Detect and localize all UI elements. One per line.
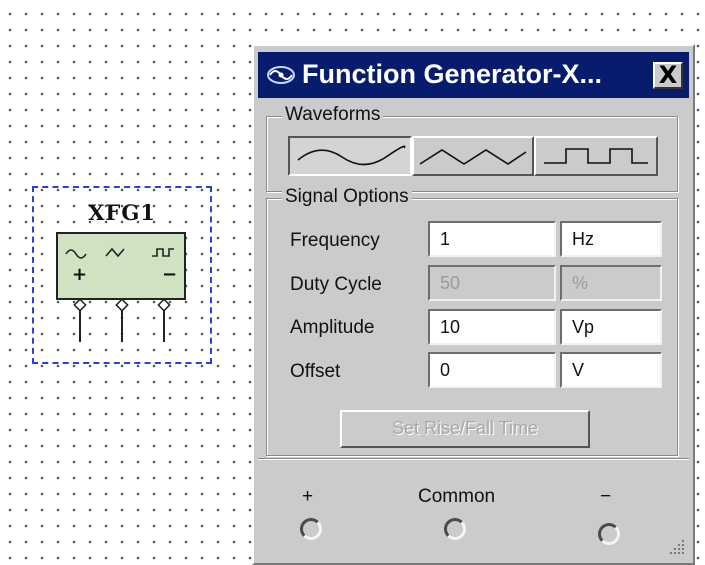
waveforms-label: Waveforms: [282, 104, 384, 126]
amplitude-input[interactable]: 10: [428, 309, 556, 345]
triangle-wave-button[interactable]: [412, 136, 534, 176]
sine-wave-icon: [297, 145, 406, 166]
amplitude-label: Amplitude: [290, 317, 375, 338]
square-wave-button[interactable]: [534, 136, 658, 176]
window-title: Function Generator-X...: [302, 59, 603, 89]
offset-label: Offset: [290, 361, 341, 382]
set-rise-fall-time-button: Set Rise/Fall Time: [340, 410, 590, 448]
positive-pin[interactable]: [73, 298, 87, 342]
negative-terminal-label: −: [600, 486, 612, 507]
frequency-input[interactable]: 1: [428, 221, 556, 257]
amplitude-unit-select[interactable]: Vp: [560, 309, 662, 345]
close-button[interactable]: X: [653, 62, 683, 89]
frequency-label: Frequency: [290, 230, 380, 251]
sine-wave-button[interactable]: [288, 136, 412, 176]
resize-grip-icon[interactable]: [664, 534, 688, 558]
common-terminal[interactable]: [444, 518, 466, 540]
title-bar[interactable]: Function Generator-X... X: [258, 52, 689, 98]
duty-cycle-input: 50: [428, 265, 556, 301]
terminal-divider: [258, 458, 689, 460]
function-generator-window[interactable]: Function Generator-X... X Waveforms Sign…: [252, 44, 695, 565]
duty-cycle-unit-select: %: [560, 265, 662, 301]
negative-pin[interactable]: [157, 298, 171, 342]
common-terminal-label: Common: [418, 486, 496, 507]
duty-cycle-label: Duty Cycle: [290, 274, 382, 295]
signal-options-label: Signal Options: [282, 186, 412, 208]
negative-terminal[interactable]: [598, 523, 620, 545]
positive-terminal[interactable]: [300, 518, 322, 540]
offset-unit-select[interactable]: V: [560, 352, 662, 388]
triangle-wave-icon: [419, 149, 527, 165]
positive-terminal-label: +: [302, 486, 314, 507]
offset-input[interactable]: 0: [428, 352, 556, 388]
square-wave-icon: [544, 148, 648, 164]
function-generator-component[interactable]: XFG1 + −: [32, 186, 212, 364]
frequency-unit-select[interactable]: Hz: [560, 221, 662, 257]
instrument-icon: [267, 66, 295, 84]
common-pin[interactable]: [115, 298, 129, 342]
